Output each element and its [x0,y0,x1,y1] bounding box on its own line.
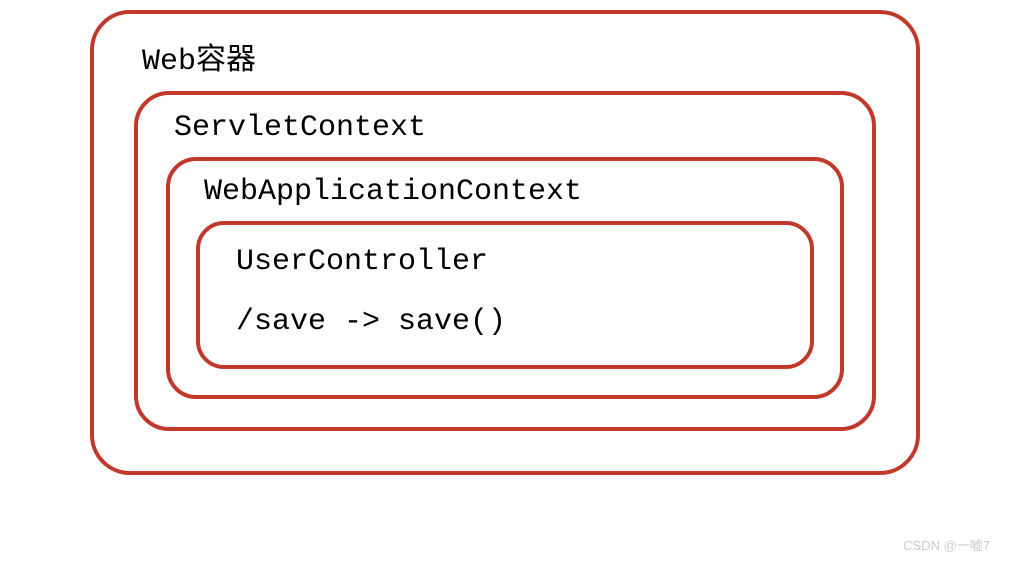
mapping-label: /save -> save() [236,305,782,339]
web-application-context-box: WebApplicationContext UserController /sa… [166,157,844,399]
servlet-context-label: ServletContext [174,111,844,145]
web-container-label: Web容器 [142,34,876,79]
user-controller-box: UserController /save -> save() [196,221,814,369]
web-application-context-label: WebApplicationContext [204,175,814,209]
servlet-context-box: ServletContext WebApplicationContext Use… [134,91,876,431]
user-controller-label: UserController [236,245,782,279]
watermark-text: CSDN @一嘘7 [903,535,990,554]
web-container-box: Web容器 ServletContext WebApplicationConte… [90,10,920,475]
